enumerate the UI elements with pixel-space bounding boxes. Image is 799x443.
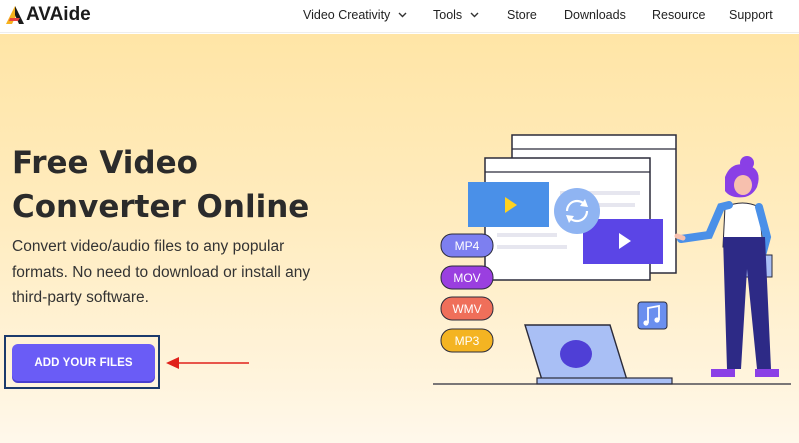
page-title: Free Video Converter Online <box>12 141 332 229</box>
nav-video-creativity[interactable]: Video Creativity <box>303 8 407 22</box>
brand-logo[interactable]: AVAide <box>4 4 91 26</box>
nav-label: Tools <box>433 8 463 22</box>
nav-resource[interactable]: Resource <box>652 8 706 22</box>
add-files-button[interactable]: ADD YOUR FILES <box>12 344 155 381</box>
format-label: MP4 <box>455 239 480 253</box>
title-line-2: Converter Online <box>12 189 310 225</box>
nav-label: Downloads <box>564 8 626 22</box>
output-video-card <box>583 219 663 264</box>
chevron-down-icon <box>470 12 479 18</box>
format-label: MOV <box>453 271 480 285</box>
music-note-icon <box>637 301 668 330</box>
laptop <box>524 324 673 385</box>
hero-description: Convert video/audio files to any popular… <box>12 238 311 306</box>
site-header: AVAide Video Creativity Tools Store Down… <box>0 0 799 33</box>
nav-label: Resource <box>652 8 706 22</box>
logo-icon <box>6 6 24 24</box>
format-tag-mp3: MP3 <box>440 328 494 353</box>
format-label: MP3 <box>455 334 480 348</box>
person-figure <box>674 156 779 377</box>
nav-tools[interactable]: Tools <box>433 8 479 22</box>
nav-label: Video Creativity <box>303 8 391 22</box>
format-label: WMV <box>452 302 481 316</box>
title-line-1: Free Video <box>12 145 198 181</box>
source-video-card <box>468 182 549 227</box>
converter-illustration: MP4 MOV WMV MP3 <box>433 134 791 385</box>
format-tag-wmv: WMV <box>440 296 494 321</box>
nav-label: Store <box>507 8 537 22</box>
nav-support[interactable]: Support <box>729 8 773 22</box>
chevron-down-icon <box>398 12 407 18</box>
format-tag-mp4: MP4 <box>440 233 494 258</box>
nav-downloads[interactable]: Downloads <box>564 8 626 22</box>
nav-store[interactable]: Store <box>507 8 537 22</box>
nav-label: Support <box>729 8 773 22</box>
format-tag-mov: MOV <box>440 265 494 290</box>
brand-name: AVAide <box>26 4 91 25</box>
arrow-left-icon <box>166 357 249 369</box>
refresh-icon <box>554 188 600 234</box>
